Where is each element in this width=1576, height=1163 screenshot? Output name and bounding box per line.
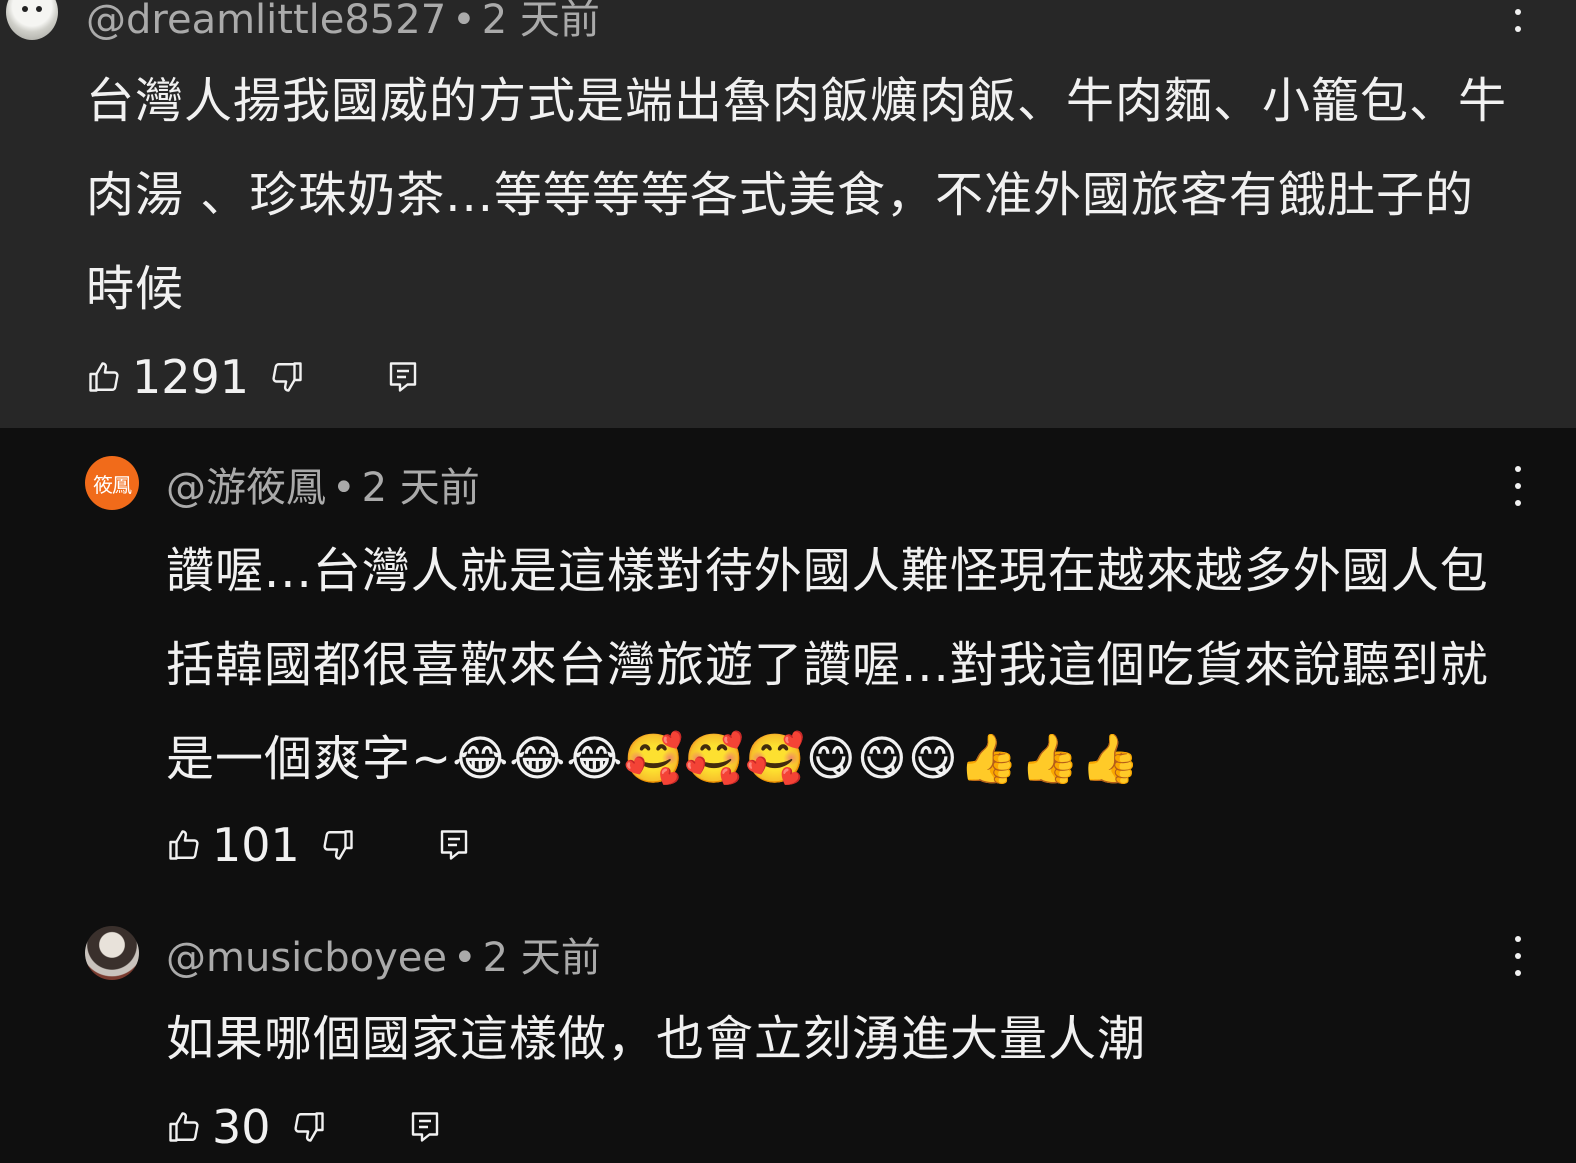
comment-actions: 1291 — [86, 352, 421, 402]
more-vertical-icon — [1515, 466, 1521, 472]
comment-item: 筱鳳 @游筱鳳 • 2 天前 讚喔...台灣人就是這樣對待外國人難怪現在越來越多外國… — [0, 428, 1576, 898]
avatar-eye — [36, 6, 42, 12]
comment-menu-button[interactable] — [1508, 0, 1528, 32]
thumbs-down-icon[interactable] — [269, 359, 305, 395]
like-count: 101 — [212, 818, 300, 872]
avatar[interactable]: 筱鳳 — [85, 456, 139, 510]
comment-menu-button[interactable] — [1508, 936, 1528, 976]
more-vertical-icon — [1515, 936, 1521, 942]
comment-text: 如果哪個國家這樣做，也會立刻湧進大量人潮 — [166, 1011, 1147, 1067]
avatar[interactable] — [6, 0, 58, 40]
comment-meta: @musicboyee • 2 天前 — [166, 938, 601, 978]
thumbs-down-icon[interactable] — [320, 827, 356, 863]
comment-author[interactable]: @musicboyee — [166, 935, 447, 981]
comment-actions: 101 — [166, 820, 472, 870]
reply-icon[interactable] — [436, 827, 472, 863]
comment-text: 讚喔...台灣人就是這樣對待外國人難怪現在越來越多外國人包括韓國都很喜歡來台灣旅… — [166, 543, 1489, 787]
reply-icon[interactable] — [385, 359, 421, 395]
avatar[interactable] — [85, 926, 139, 980]
comment-actions: 30 — [166, 1102, 443, 1152]
comment-meta: @dreamlittle8527 • 2 天前 — [86, 0, 600, 40]
like-count: 30 — [212, 1100, 271, 1154]
comment-item: @musicboyee • 2 天前 如果哪個國家這樣做，也會立刻湧進大量人潮 30 — [0, 898, 1576, 1163]
thumbs-up-icon[interactable] — [86, 359, 122, 395]
comment-menu-button[interactable] — [1508, 466, 1528, 506]
comment-author[interactable]: @游筱鳳 — [166, 465, 326, 511]
comment-item: @dreamlittle8527 • 2 天前 台灣人揚我國威的方式是端出魯肉飯爌肉… — [0, 0, 1576, 428]
reply-icon[interactable] — [407, 1109, 443, 1145]
avatar-eye — [22, 6, 28, 12]
meta-separator: • — [332, 465, 356, 511]
comment-time: 2 天前 — [481, 0, 600, 43]
thumbs-up-icon[interactable] — [166, 827, 202, 863]
meta-separator: • — [452, 0, 476, 43]
meta-separator: • — [453, 935, 477, 981]
comment-text: 台灣人揚我國威的方式是端出魯肉飯爌肉飯、牛肉麵、小籠包、牛肉湯 、珍珠奶茶...… — [86, 73, 1508, 317]
like-count: 1291 — [132, 350, 250, 404]
comment-author[interactable]: @dreamlittle8527 — [86, 0, 446, 43]
comment-time: 2 天前 — [482, 935, 601, 981]
thumbs-up-icon[interactable] — [166, 1109, 202, 1145]
comment-meta: @游筱鳳 • 2 天前 — [166, 468, 480, 508]
comment-time: 2 天前 — [361, 465, 480, 511]
thumbs-down-icon[interactable] — [291, 1109, 327, 1145]
